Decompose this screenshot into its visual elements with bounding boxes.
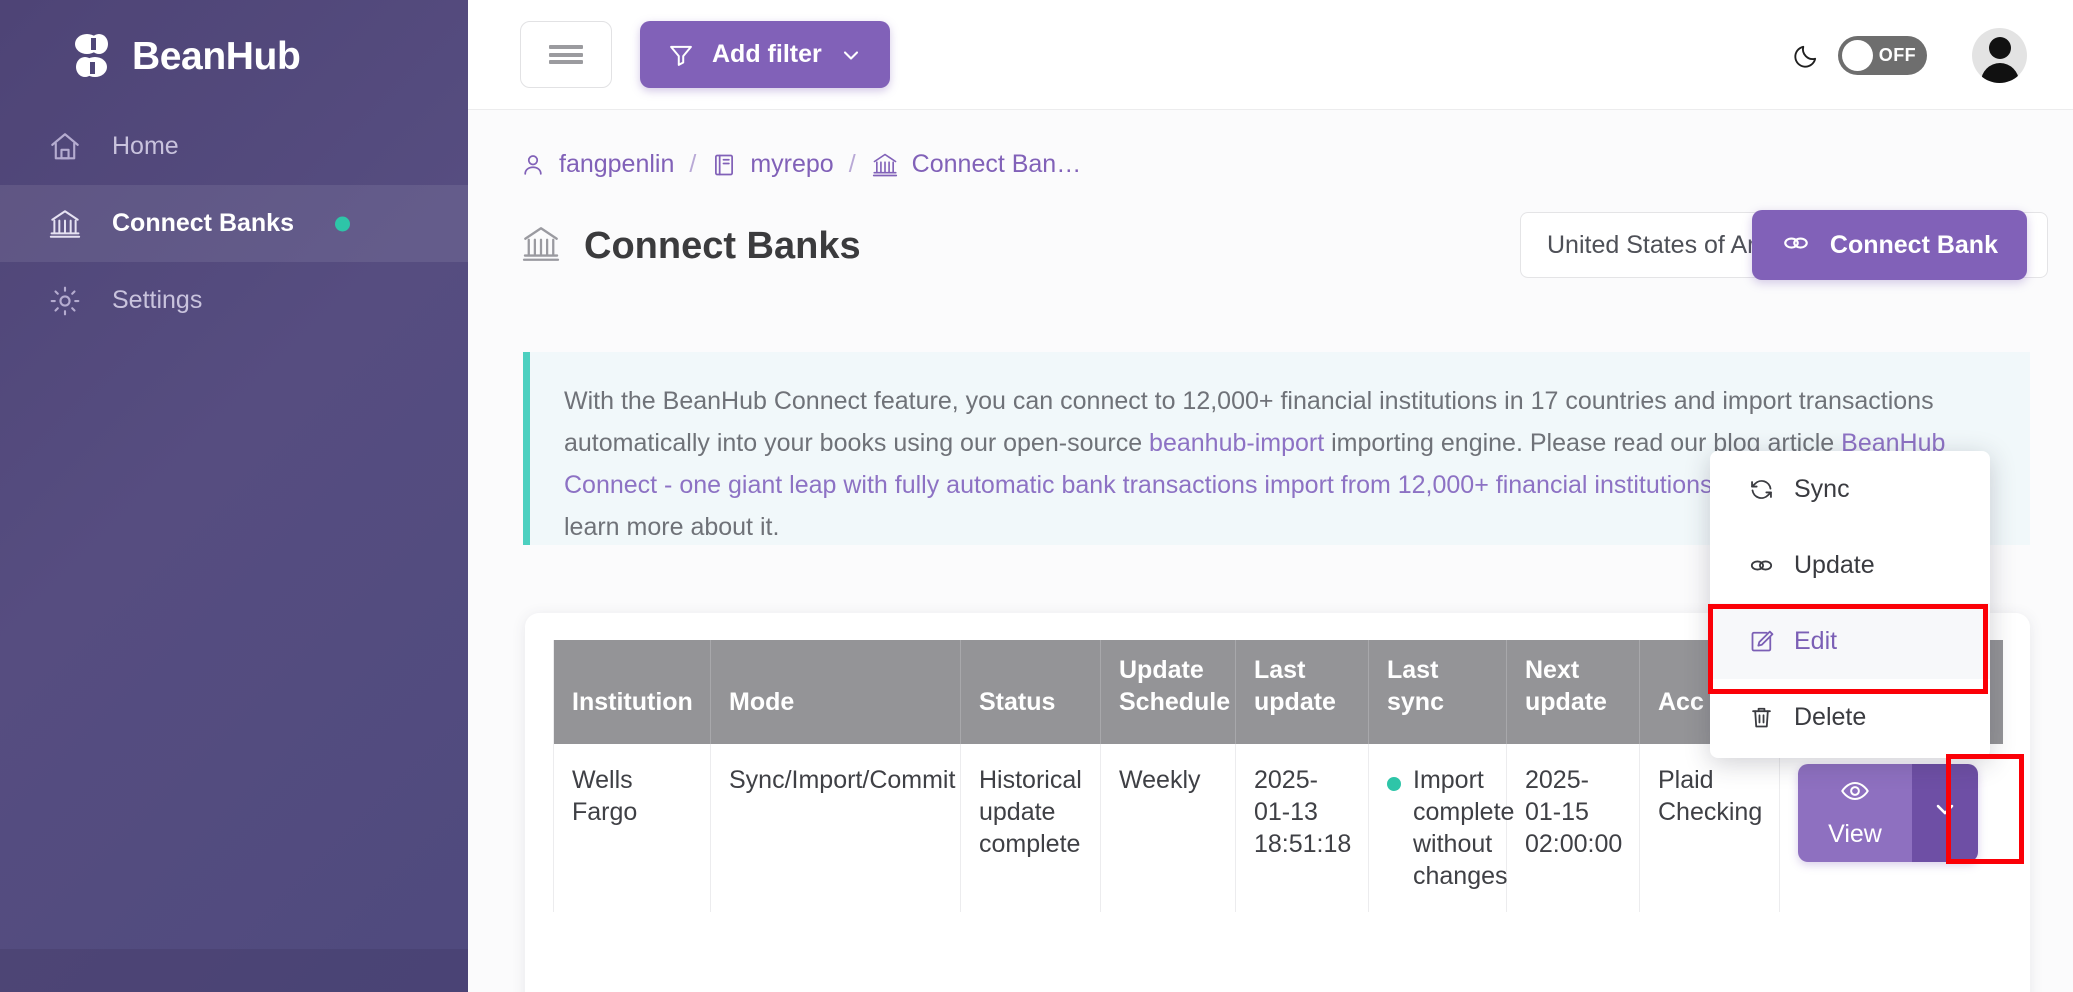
bank-icon [520, 223, 562, 270]
breadcrumb-label: myrepo [750, 150, 834, 178]
book-icon [711, 152, 737, 178]
menu-item-label: Update [1794, 550, 1875, 579]
pencil-square-icon [1748, 628, 1775, 655]
avatar-head [1988, 37, 2011, 59]
chevron-down-icon [839, 43, 863, 67]
add-filter-label: Add filter [712, 40, 822, 68]
beanhub-logo-icon [72, 33, 114, 79]
menu-item-label: Edit [1794, 626, 1838, 655]
avatar-body [1980, 63, 2019, 83]
breadcrumb: fangpenlin / myrepo / Connect Ban… [520, 150, 1081, 179]
page-header: Connect Banks United States of America C… [520, 210, 2048, 282]
breadcrumb-separator: / [848, 150, 856, 178]
cell-mode: Sync/Import/Commit [710, 744, 961, 912]
table-body: Wells Fargo Sync/Import/Commit Historica… [553, 744, 2003, 912]
column-header-next-update[interactable]: Next update [1506, 640, 1640, 744]
row-actions-dropdown-menu: Sync Update Edit Delete [1710, 451, 1990, 758]
cell-last-sync-text: Import complete without changes [1413, 766, 1515, 890]
brand-name: BeanHub [132, 34, 301, 78]
gear-icon [42, 278, 88, 324]
toggle-knob [1842, 39, 1873, 71]
link-icon [1748, 552, 1775, 579]
hamburger-icon [549, 60, 583, 64]
brand[interactable]: BeanHub [72, 26, 301, 86]
breadcrumb-item-connect-banks[interactable]: Connect Ban… [871, 150, 1082, 179]
cell-last-update: 2025-01-13 18:51:18 [1235, 744, 1369, 912]
link-icon [1781, 228, 1811, 263]
row-action-caret-button[interactable] [1912, 764, 1978, 862]
cell-actions: View [1779, 744, 2003, 912]
connect-bank-label: Connect Bank [1829, 230, 1998, 259]
dark-mode-toggle[interactable]: OFF [1838, 35, 1927, 75]
top-bar: Add filter OFF [468, 0, 2073, 110]
trash-icon [1748, 704, 1775, 731]
table-row[interactable]: Wells Fargo Sync/Import/Commit Historica… [553, 744, 2003, 912]
menu-item-delete[interactable]: Delete [1710, 679, 1990, 755]
column-header-institution[interactable]: Institution [553, 640, 711, 744]
sync-status-dot [1387, 777, 1401, 791]
bank-icon [42, 201, 88, 247]
breadcrumb-label: Connect Ban… [911, 150, 1082, 178]
moon-icon [1793, 41, 1821, 69]
connect-bank-button[interactable]: Connect Bank [1751, 210, 2027, 280]
breadcrumb-separator: / [689, 150, 697, 178]
breadcrumb-label: fangpenlin [559, 150, 675, 178]
sidebar: BeanHub Home Connect Banks Settings [0, 0, 468, 992]
menu-item-label: Delete [1794, 702, 1867, 731]
add-filter-button[interactable]: Add filter [640, 21, 890, 88]
breadcrumb-item-repo[interactable]: myrepo [711, 150, 834, 179]
page-title: Connect Banks [520, 210, 861, 282]
sidebar-bottom-band [0, 949, 468, 992]
cell-account: Plaid Checking [1639, 744, 1780, 912]
sidebar-item-home[interactable]: Home [0, 108, 468, 185]
column-header-last-update[interactable]: Last update [1235, 640, 1369, 744]
view-button-label: View [1828, 820, 1882, 848]
menu-item-label: Sync [1794, 474, 1850, 503]
status-dot [335, 216, 350, 231]
sidebar-item-label: Connect Banks [112, 209, 294, 237]
sidebar-item-connect-banks[interactable]: Connect Banks [0, 185, 468, 262]
beanhub-import-link[interactable]: beanhub-import [1149, 429, 1324, 457]
user-avatar-icon[interactable] [1972, 28, 2027, 83]
sidebar-nav: Home Connect Banks Settings [0, 108, 468, 339]
page-title-text: Connect Banks [584, 224, 861, 267]
menu-item-sync[interactable]: Sync [1710, 451, 1990, 527]
bank-icon [871, 151, 899, 179]
menu-item-update[interactable]: Update [1710, 527, 1990, 603]
sidebar-item-label: Settings [112, 286, 203, 314]
eye-icon [1840, 776, 1870, 814]
view-button[interactable]: View [1798, 764, 1912, 862]
column-header-mode[interactable]: Mode [710, 640, 961, 744]
column-header-status[interactable]: Status [960, 640, 1101, 744]
menu-item-edit[interactable]: Edit [1710, 603, 1990, 679]
user-icon [520, 152, 546, 178]
column-header-last-sync[interactable]: Last sync [1368, 640, 1507, 744]
sidebar-item-settings[interactable]: Settings [0, 262, 468, 339]
chevron-down-icon [1931, 795, 1959, 831]
dark-mode-control: OFF [1793, 0, 1927, 110]
cell-status: Historical update complete [960, 744, 1101, 912]
column-header-update-schedule[interactable]: Update Schedule [1100, 640, 1236, 744]
sync-icon [1748, 476, 1775, 503]
cell-institution: Wells Fargo [553, 744, 711, 912]
toggle-state-label: OFF [1878, 44, 1916, 65]
sidebar-item-label: Home [112, 132, 179, 160]
hamburger-menu-button[interactable] [520, 21, 612, 88]
cell-update-schedule: Weekly [1100, 744, 1236, 912]
hamburger-icon [549, 45, 583, 49]
hamburger-icon [549, 52, 583, 57]
breadcrumb-item-user[interactable]: fangpenlin [520, 150, 674, 179]
home-icon [42, 124, 88, 170]
funnel-icon [667, 41, 695, 69]
cell-next-update: 2025-01-15 02:00:00 [1506, 744, 1640, 912]
row-action-group: View [1798, 764, 1978, 862]
cell-last-sync: Import complete without changes [1368, 744, 1514, 912]
